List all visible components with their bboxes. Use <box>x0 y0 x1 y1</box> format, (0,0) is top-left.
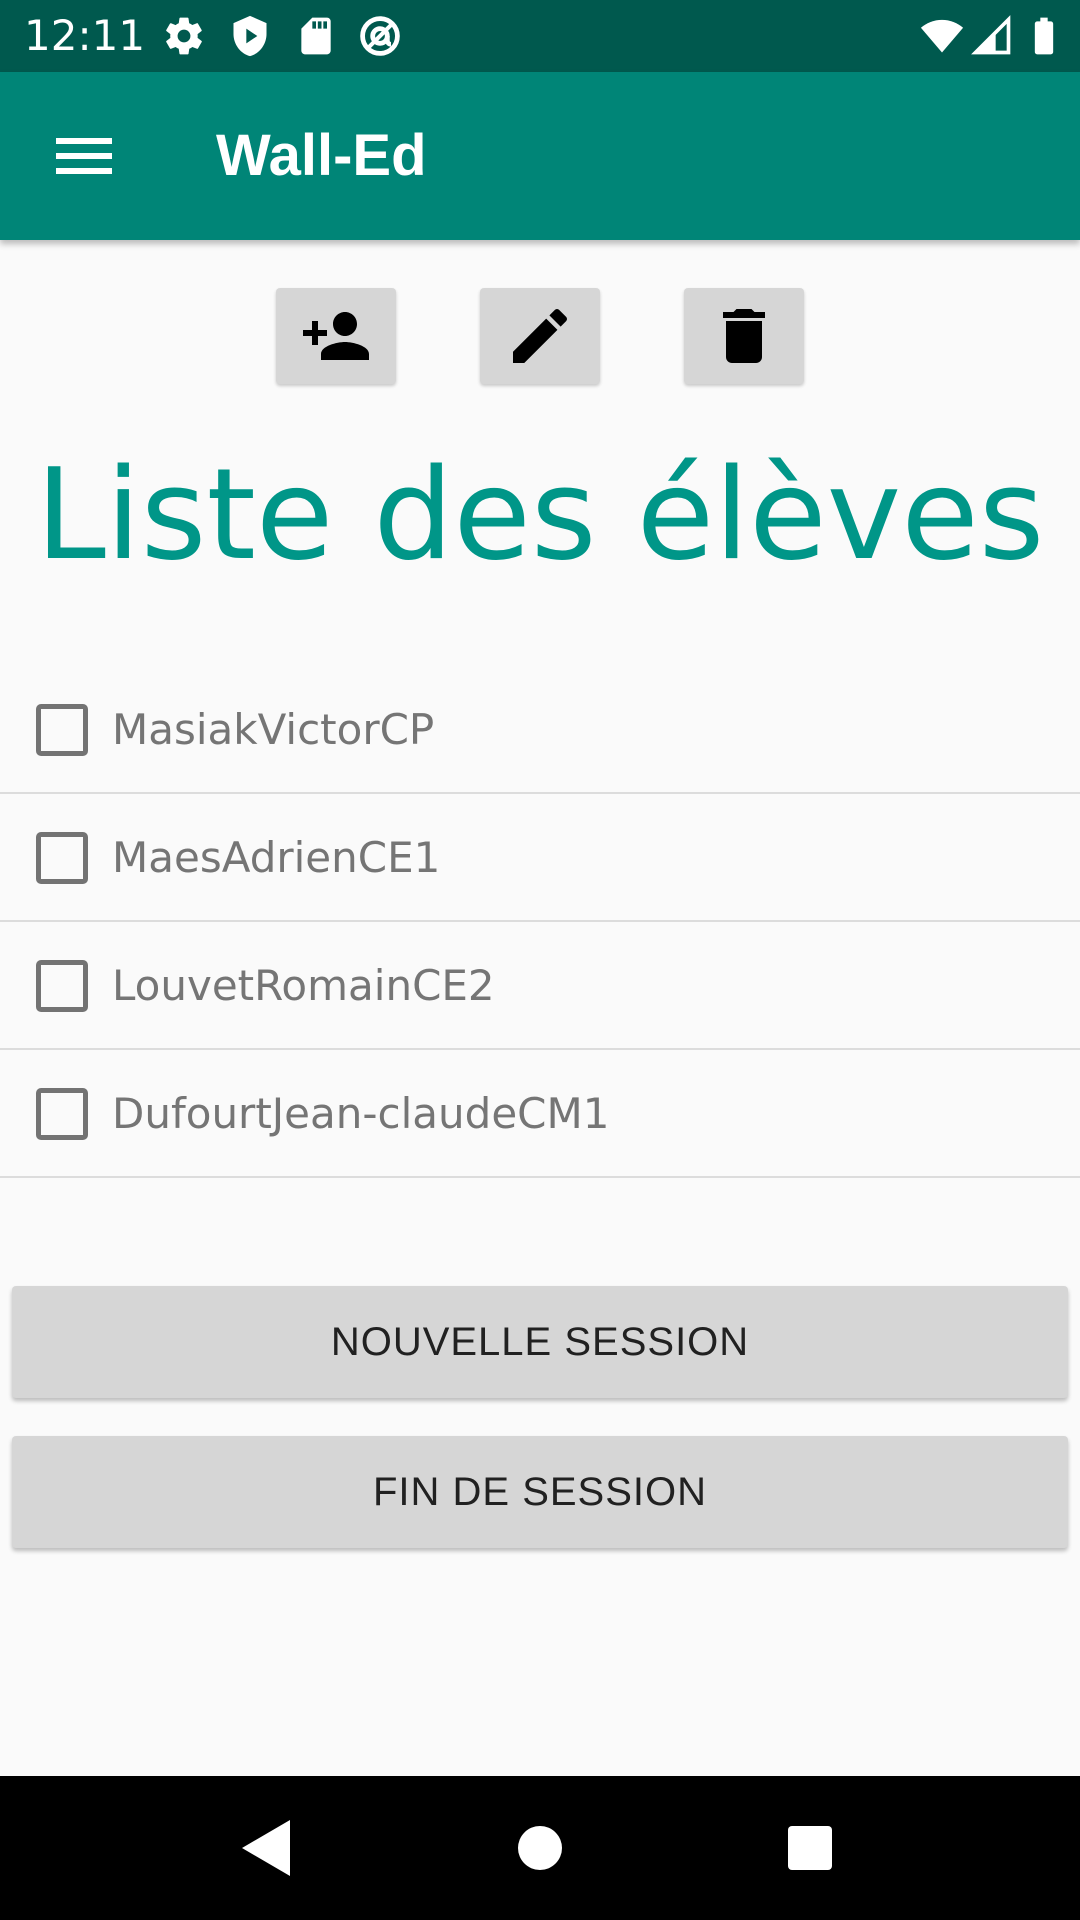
student-list-item[interactable]: DufourtJean-claudeCM1 <box>0 1050 1080 1178</box>
status-bar: 12:11 <box>0 0 1080 72</box>
student-name: DufourtJean-claudeCM1 <box>112 1089 610 1138</box>
student-list-item[interactable]: MasiakVictorCP <box>0 666 1080 794</box>
home-icon[interactable] <box>500 1808 580 1888</box>
add-student-button[interactable] <box>276 288 396 384</box>
vpn-at-icon <box>360 16 400 56</box>
screen: 12:11 Wall-Ed Liste des élèves MasiakVic… <box>0 0 1080 1920</box>
student-list-item[interactable]: LouvetRomainCE2 <box>0 922 1080 1050</box>
page-title: Liste des élèves <box>35 441 1045 588</box>
student-checkbox[interactable] <box>36 1088 88 1140</box>
app-bar: Wall-Ed <box>0 72 1080 240</box>
student-name: MasiakVictorCP <box>112 705 435 754</box>
student-name: MaesAdrienCE1 <box>112 833 441 882</box>
end-session-button[interactable]: FIN DE SESSION <box>12 1436 1068 1548</box>
recents-icon[interactable] <box>770 1808 850 1888</box>
student-checkbox[interactable] <box>36 704 88 756</box>
app-title: Wall-Ed <box>216 123 427 188</box>
student-list: MasiakVictorCP MaesAdrienCE1 LouvetRomai… <box>0 666 1080 1178</box>
back-icon[interactable] <box>228 1808 308 1888</box>
sd-card-icon <box>301 17 331 55</box>
student-checkbox[interactable] <box>36 832 88 884</box>
hamburger-menu-icon <box>56 138 112 174</box>
student-name: LouvetRomainCE2 <box>112 961 495 1010</box>
menu-button[interactable] <box>40 112 128 200</box>
status-time: 12:11 <box>24 11 146 60</box>
student-checkbox[interactable] <box>36 960 88 1012</box>
delete-student-button[interactable] <box>684 288 804 384</box>
new-session-button[interactable]: NOUVELLE SESSION <box>12 1286 1068 1398</box>
shield-icon <box>233 15 267 57</box>
battery-icon <box>1034 17 1054 55</box>
wifi-icon <box>920 19 964 53</box>
edit-student-button[interactable] <box>480 288 600 384</box>
settings-icon <box>166 17 202 55</box>
navigation-bar <box>0 1776 1080 1920</box>
edit-pencil-icon <box>513 308 568 363</box>
trash-icon <box>723 309 765 363</box>
cell-signal-icon <box>971 15 1011 55</box>
student-list-item[interactable]: MaesAdrienCE1 <box>0 794 1080 922</box>
person-add-icon <box>303 312 369 360</box>
